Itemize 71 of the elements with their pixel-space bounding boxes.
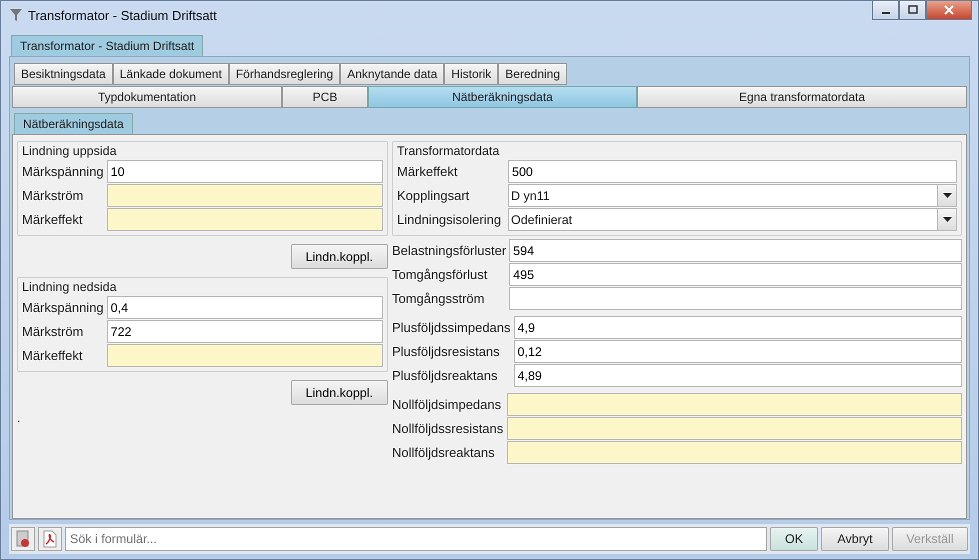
field-label: Nollföljdsimpedans bbox=[392, 397, 502, 412]
tab[interactable]: Besiktningsdata bbox=[14, 63, 113, 85]
input-field[interactable] bbox=[106, 344, 383, 367]
minimize-button[interactable] bbox=[872, 1, 899, 20]
field-label: Tomgångsförlust bbox=[392, 267, 488, 282]
winding-button[interactable]: Lindn.koppl. bbox=[290, 244, 388, 269]
winding-button[interactable]: Lindn.koppl. bbox=[290, 380, 388, 405]
tab[interactable]: Förhandsreglering bbox=[228, 63, 340, 85]
field-label: Märkspänning bbox=[22, 300, 104, 315]
pdf-icon bbox=[42, 530, 58, 548]
input-field[interactable]: 4,9 bbox=[514, 316, 962, 339]
tab[interactable]: PCB bbox=[282, 86, 368, 108]
field-label: Märkeffekt bbox=[22, 348, 84, 363]
window-title: Transformator - Stadium Driftsatt bbox=[28, 8, 217, 22]
field-label: Nollföljdssresistans bbox=[392, 421, 504, 436]
field-label: Märkström bbox=[22, 324, 84, 339]
field-label: Märkeffekt bbox=[22, 212, 84, 227]
field-label: Plusföljdsreaktans bbox=[392, 368, 498, 383]
minimize-icon bbox=[882, 12, 890, 14]
document-icon bbox=[16, 530, 30, 548]
tab[interactable]: Beredning bbox=[498, 63, 568, 85]
input-field[interactable]: 4,89 bbox=[514, 364, 962, 387]
maximize-icon bbox=[908, 5, 918, 15]
input-field[interactable] bbox=[507, 417, 962, 440]
caret-icon bbox=[942, 217, 952, 222]
input-field[interactable] bbox=[507, 441, 962, 464]
field-label: Plusföljdsresistans bbox=[392, 344, 501, 359]
input-field[interactable] bbox=[509, 287, 962, 310]
input-field[interactable]: 500 bbox=[508, 160, 957, 183]
field-label: Kopplingsart bbox=[397, 188, 470, 203]
close-icon bbox=[943, 5, 955, 15]
field-label: Märkspänning bbox=[22, 164, 104, 179]
caret-icon bbox=[942, 193, 952, 198]
funnel-icon bbox=[10, 8, 22, 22]
document-tab[interactable]: Transformator - Stadium Driftsatt bbox=[11, 35, 204, 56]
field-label: Nollföljdsreaktans bbox=[392, 445, 496, 460]
tab[interactable]: Egna transformatordata bbox=[637, 86, 967, 108]
toolbar-button[interactable] bbox=[38, 527, 62, 551]
tab[interactable]: Typdokumentation bbox=[12, 86, 282, 108]
group-title: Lindning uppsida bbox=[22, 144, 118, 158]
tab[interactable]: Nätberäkningsdata bbox=[368, 86, 637, 108]
input-field[interactable] bbox=[106, 208, 383, 231]
close-button[interactable] bbox=[926, 1, 972, 20]
tab[interactable]: Länkade dokument bbox=[112, 63, 229, 85]
field-label: Märkström bbox=[22, 188, 84, 203]
field-label: Märkeffekt bbox=[397, 164, 458, 179]
field-label: Plusföljdssimpedans bbox=[392, 320, 511, 335]
field-label: Tomgångsström bbox=[392, 291, 486, 306]
field-label: Belastningsförluster bbox=[392, 243, 506, 258]
field-label: Lindningsisolering bbox=[397, 212, 502, 227]
maximize-button[interactable] bbox=[899, 1, 926, 20]
dot-mark: . bbox=[17, 413, 20, 423]
input-field[interactable]: 0,4 bbox=[106, 296, 383, 319]
input-field[interactable]: 10 bbox=[106, 160, 383, 183]
input-field[interactable]: 722 bbox=[106, 320, 383, 343]
input-field[interactable]: 594 bbox=[509, 239, 962, 262]
dropdown[interactable]: Odefinierat bbox=[508, 208, 957, 231]
input-field[interactable] bbox=[507, 393, 962, 416]
dialog-button[interactable]: Avbryt bbox=[821, 527, 889, 551]
dropdown[interactable]: D yn11 bbox=[508, 184, 957, 207]
group-title: Lindning nedsida bbox=[22, 280, 118, 294]
group-title: Transformatordata bbox=[397, 144, 500, 158]
input-field[interactable] bbox=[106, 184, 383, 207]
input-field[interactable]: 0,12 bbox=[514, 340, 962, 363]
tab[interactable]: Anknytande data bbox=[340, 63, 444, 85]
dialog-button[interactable]: OK bbox=[770, 527, 818, 551]
input-field[interactable]: 495 bbox=[509, 263, 962, 286]
search-field[interactable]: Sök i formulär... bbox=[65, 527, 767, 551]
sub-tab[interactable]: Nätberäkningsdata bbox=[14, 113, 133, 134]
toolbar-button[interactable] bbox=[11, 527, 35, 551]
tab[interactable]: Historik bbox=[444, 63, 498, 85]
